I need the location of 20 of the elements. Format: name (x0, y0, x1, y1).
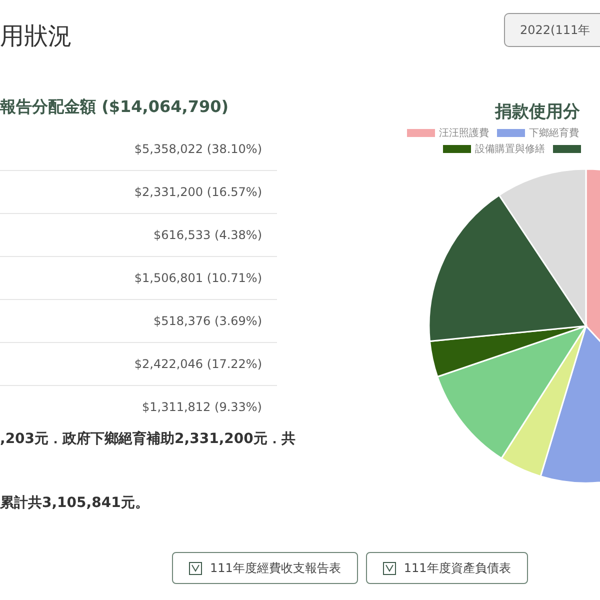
document-icon (382, 562, 396, 574)
table-cell: $616,533 (4.38%) (153, 228, 262, 242)
chart-title: 捐款使用分 (495, 101, 580, 123)
table-cell: $2,422,046 (17.22%) (134, 357, 262, 371)
legend-label: 設備購置與修繕 (475, 142, 545, 156)
table-cell: $5,358,022 (38.10%) (134, 142, 262, 156)
legend-label: 汪汪照護費 (439, 126, 489, 140)
summary-text: 累計共3,105,841元。 (0, 494, 150, 512)
legend-label: 下鄉絕育費 (529, 126, 579, 140)
table-cell: $1,506,801 (10.71%) (134, 271, 262, 285)
table-cell: $1,311,812 (9.33%) (142, 400, 262, 414)
section-heading: 報告分配金額 ($14,064,790) (0, 97, 230, 118)
year-dropdown[interactable]: 2022(111年 (504, 13, 600, 47)
report-button[interactable]: 111年度經費收支報告表 (172, 552, 358, 584)
summary-text: ,203元．政府下鄉絕育補助2,331,200元．共 (0, 430, 296, 448)
document-icon (189, 562, 202, 574)
page-title: 用狀況 (0, 21, 72, 52)
table-cell: $2,331,200 (16.57%) (134, 185, 262, 199)
table-cell: $518,376 (3.69%) (153, 314, 262, 328)
report-button[interactable]: 111年度資產負債表 (366, 552, 528, 584)
